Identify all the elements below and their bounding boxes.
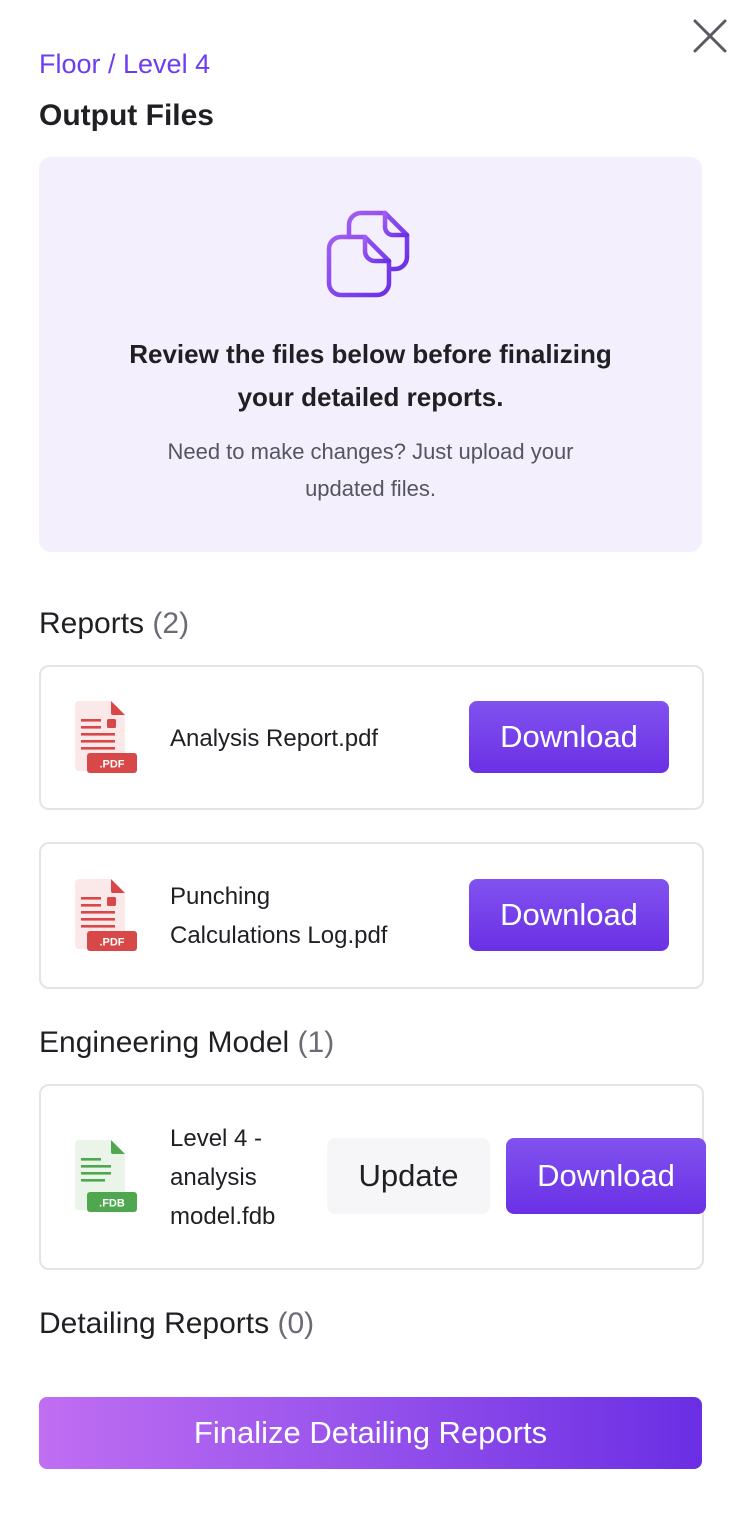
section-count: (0) — [277, 1307, 315, 1340]
copy-files-icon — [326, 210, 410, 298]
file-name: Analysis Report.pdf — [170, 725, 379, 752]
file-card: .FDB Level 4 - analysis model.fdb Update… — [39, 1084, 706, 1270]
pdf-badge: .PDF — [99, 937, 124, 949]
info-panel: Review the files below before finalizing… — [39, 157, 702, 552]
section-title-engineering-model: Engineering Model (1) — [39, 1026, 335, 1059]
file-name: Punching Calculations Log.pdf — [170, 883, 388, 949]
section-count: (2) — [152, 607, 190, 640]
breadcrumb[interactable]: Floor / Level 4 — [39, 48, 210, 80]
output-files-panel: Floor / Level 4 Output Files Review the … — [0, 0, 745, 1522]
file-card: .PDF Punching Calculations Log.pdf Downl… — [39, 842, 704, 989]
close-button[interactable] — [690, 16, 730, 56]
download-button[interactable]: Download — [469, 879, 669, 951]
pdf-file-icon: .PDF — [75, 879, 137, 951]
download-button[interactable]: Download — [469, 701, 669, 773]
section-count: (1) — [297, 1026, 335, 1059]
page-title: Output Files — [39, 99, 214, 132]
update-button[interactable]: Update — [327, 1138, 490, 1214]
info-subtext: Need to make changes? Just upload your u… — [167, 439, 574, 501]
info-heading: Review the files below before finalizing… — [129, 339, 612, 412]
close-icon — [693, 19, 727, 53]
finalize-detailing-reports-button[interactable]: Finalize Detailing Reports — [39, 1397, 702, 1469]
section-title-reports: Reports (2) — [39, 607, 190, 640]
fdb-badge: .FDB — [99, 1198, 125, 1210]
pdf-file-icon: .PDF — [75, 701, 137, 773]
file-card: .PDF Analysis Report.pdf Download — [39, 665, 704, 810]
download-button[interactable]: Download — [506, 1138, 706, 1214]
fdb-file-icon: .FDB — [75, 1140, 137, 1212]
pdf-badge: .PDF — [99, 759, 124, 771]
section-title-detailing-reports: Detailing Reports (0) — [39, 1307, 315, 1340]
file-name: Level 4 - analysis model.fdb — [170, 1125, 276, 1230]
